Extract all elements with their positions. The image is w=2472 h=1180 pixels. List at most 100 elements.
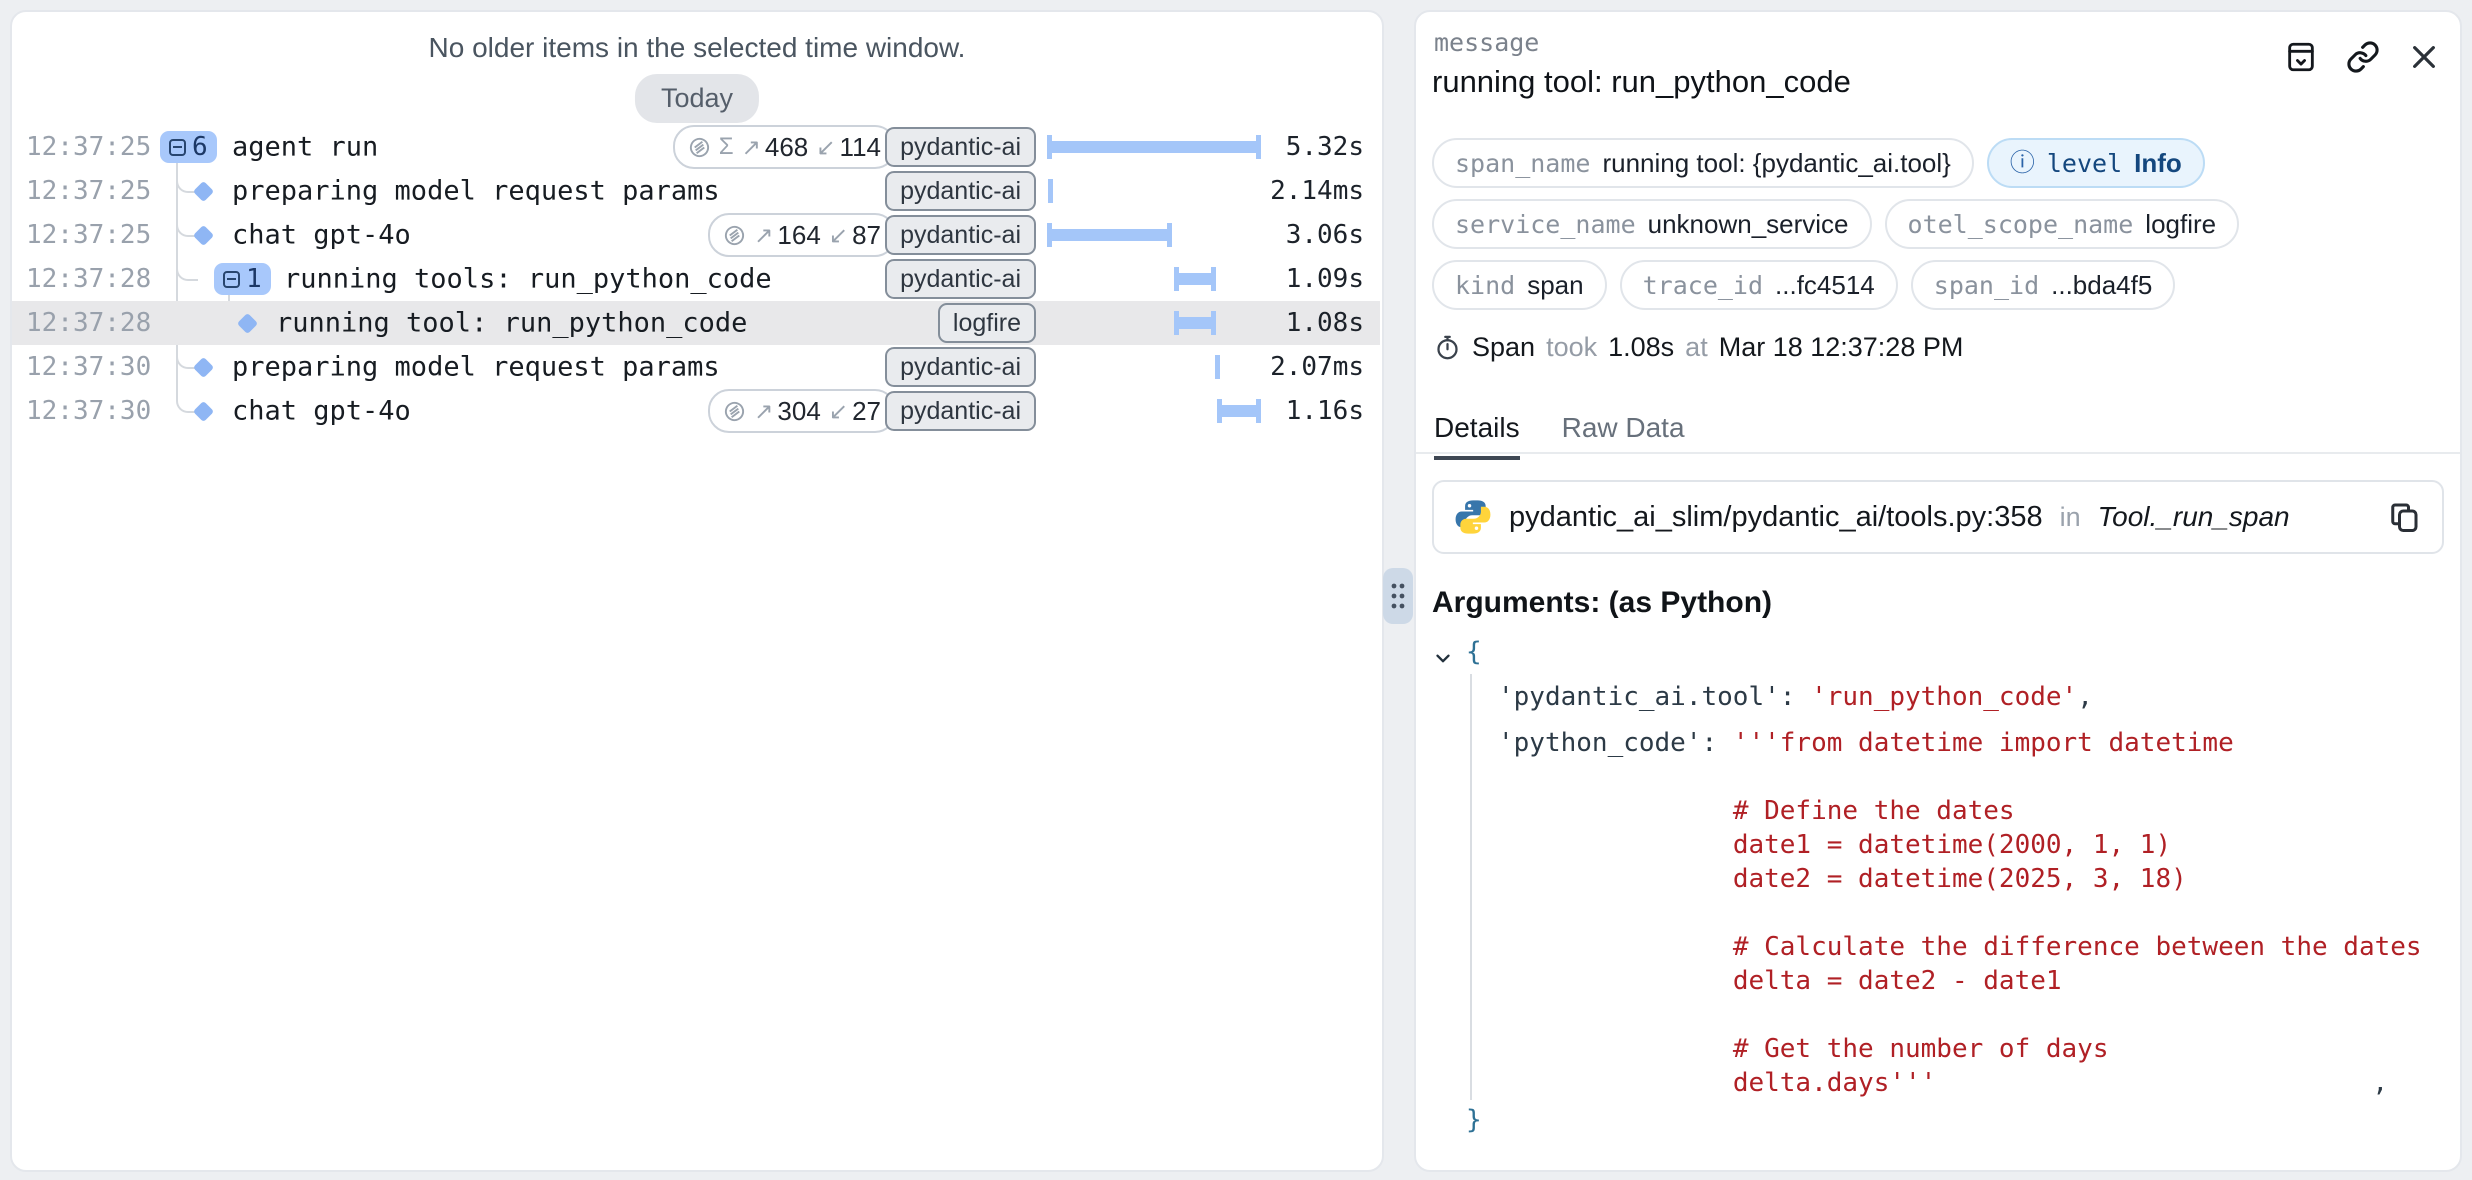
- span-diamond-icon: [193, 180, 214, 201]
- timeline-track: [1048, 399, 1260, 423]
- span-duration: 1.16s: [1286, 396, 1364, 426]
- grip-dots-icon: [1389, 578, 1407, 614]
- tab-details[interactable]: Details: [1434, 404, 1520, 452]
- attribute-tag-pill[interactable]: span_id ...bda4f5: [1911, 260, 2176, 310]
- summary-timestamp: Mar 18 12:37:28 PM: [1719, 332, 1964, 363]
- tag-key: kind: [1455, 271, 1515, 300]
- open-brace: {: [1466, 637, 1482, 667]
- tokens-in-count: 27: [852, 396, 881, 427]
- tokens-in-icon: ↙: [816, 134, 835, 161]
- scope-badge: pydantic-ai: [885, 171, 1036, 211]
- link-icon: [2346, 40, 2380, 74]
- coin-icon: [723, 224, 746, 247]
- span-diamond-icon: [237, 312, 258, 333]
- tokens-out-count: 164: [777, 220, 820, 251]
- attribute-tag-pill[interactable]: kind span: [1432, 260, 1607, 310]
- attribute-tag-pill[interactable]: trace_id ...fc4514: [1620, 260, 1898, 310]
- collapse-chevron-icon[interactable]: [1432, 641, 1454, 681]
- span-label: chat gpt-4o: [232, 396, 411, 427]
- span-diamond-icon: [193, 400, 214, 421]
- span-label: agent run: [232, 132, 378, 163]
- span-duration: 2.14ms: [1270, 176, 1364, 206]
- scope-badge: pydantic-ai: [885, 127, 1036, 167]
- tag-value: ...bda4f5: [2051, 270, 2152, 301]
- trace-row[interactable]: 12:37:30 chat gpt-4o ↗304 ↙27 pydantic-a…: [12, 389, 1380, 433]
- trace-row[interactable]: 12:37:28 1 running tools: run_python_cod…: [12, 257, 1380, 301]
- span-duration: 1.08s: [1286, 308, 1364, 338]
- scope-badge: pydantic-ai: [885, 347, 1036, 387]
- timeline-bar: [1048, 229, 1171, 241]
- arguments-code-block: { 'pydantic_ai.tool': 'run_python_code',…: [1432, 632, 2444, 1140]
- tag-value: Info: [2134, 148, 2182, 179]
- tag-key: level: [2047, 149, 2122, 178]
- trace-row[interactable]: 12:37:28 running tool: run_python_code l…: [12, 301, 1380, 345]
- scope-badge: pydantic-ai: [885, 259, 1036, 299]
- stopwatch-icon: [1434, 334, 1461, 361]
- timeline-track: [1048, 223, 1260, 247]
- tag-value: unknown_service: [1648, 209, 1849, 240]
- close-icon: [2408, 41, 2440, 73]
- span-label: preparing model request params: [232, 352, 720, 383]
- tokens-out-icon: ↗: [754, 222, 773, 249]
- archive-panel-button[interactable]: [2284, 40, 2318, 74]
- collapse-minus-icon: [223, 271, 240, 288]
- tokens-out-count: 304: [777, 396, 820, 427]
- tokens-in-icon: ↙: [829, 222, 848, 249]
- tag-key: span_id: [1934, 271, 2039, 300]
- copy-link-button[interactable]: [2346, 40, 2380, 74]
- collapse-expander-badge[interactable]: 6: [160, 131, 217, 163]
- summary-word: took: [1546, 332, 1597, 363]
- timeline-track: [1048, 267, 1260, 291]
- code-entry: 'python_code': '''from datetime import d…: [1498, 720, 2444, 1100]
- trace-row[interactable]: 12:37:25 6 agent run Σ ↗468 ↙114 pydanti…: [12, 125, 1380, 169]
- copy-source-button[interactable]: [2386, 499, 2422, 535]
- summary-duration: 1.08s: [1608, 332, 1674, 363]
- archive-icon: [2284, 40, 2318, 74]
- tag-key: service_name: [1455, 210, 1636, 239]
- trace-rows: 12:37:25 6 agent run Σ ↗468 ↙114 pydanti…: [12, 125, 1380, 433]
- row-timestamp: 12:37:25: [26, 220, 151, 250]
- arguments-heading: Arguments: (as Python): [1432, 586, 1772, 620]
- today-button[interactable]: Today: [635, 74, 759, 123]
- span-detail-panel: message running tool: run_python_code sp…: [1414, 10, 2462, 1172]
- tag-value: logfire: [2145, 209, 2216, 240]
- timeline-track: [1048, 311, 1260, 335]
- span-duration: 5.32s: [1286, 132, 1364, 162]
- info-icon: ⓘ: [2010, 151, 2035, 176]
- source-file-path: pydantic_ai_slim/pydantic_ai/tools.py:35…: [1509, 501, 2043, 534]
- tag-key: otel_scope_name: [1908, 210, 2134, 239]
- trace-row[interactable]: 12:37:25 preparing model request params …: [12, 169, 1380, 213]
- source-function-name: Tool._run_span: [2098, 501, 2290, 533]
- trace-list-panel: No older items in the selected time wind…: [10, 10, 1384, 1172]
- attribute-tags: span_name running tool: {pydantic_ai.too…: [1432, 138, 2239, 310]
- code-entries: 'pydantic_ai.tool': 'run_python_code','p…: [1470, 674, 2444, 1100]
- span-summary-line: Span took 1.08s at Mar 18 12:37:28 PM: [1434, 332, 1963, 363]
- attribute-tag-pill[interactable]: ⓘ level Info: [1987, 138, 2205, 188]
- tag-value: span: [1527, 270, 1583, 301]
- token-usage-badge: ↗164 ↙87: [708, 213, 896, 257]
- summary-word: at: [1685, 332, 1708, 363]
- tag-key: span_name: [1455, 149, 1590, 178]
- scope-badge: pydantic-ai: [885, 391, 1036, 431]
- span-detail-title: running tool: run_python_code: [1432, 64, 1851, 100]
- collapse-expander-badge[interactable]: 1: [214, 263, 271, 295]
- child-count: 6: [192, 132, 208, 162]
- panel-resize-handle[interactable]: [1383, 568, 1413, 624]
- trace-row[interactable]: 12:37:25 chat gpt-4o ↗164 ↙87 pydantic-a…: [12, 213, 1380, 257]
- coin-icon: [688, 136, 711, 159]
- trace-row[interactable]: 12:37:30 preparing model request params …: [12, 345, 1380, 389]
- span-duration: 3.06s: [1286, 220, 1364, 250]
- attribute-tag-pill[interactable]: otel_scope_name logfire: [1885, 199, 2240, 249]
- tab-raw-data[interactable]: Raw Data: [1562, 404, 1685, 452]
- close-panel-button[interactable]: [2408, 41, 2440, 73]
- span-label: preparing model request params: [232, 176, 720, 207]
- attribute-tag-pill[interactable]: span_name running tool: {pydantic_ai.too…: [1432, 138, 1974, 188]
- timeline-bar: [1048, 179, 1053, 203]
- timeline-track: [1048, 135, 1260, 159]
- close-brace: }: [1466, 1105, 1482, 1135]
- timeline-track: [1048, 179, 1260, 203]
- scope-badge: logfire: [938, 303, 1036, 343]
- attribute-tag-pill[interactable]: service_name unknown_service: [1432, 199, 1872, 249]
- row-timestamp: 12:37:30: [26, 352, 151, 382]
- span-label: running tool: run_python_code: [276, 308, 747, 339]
